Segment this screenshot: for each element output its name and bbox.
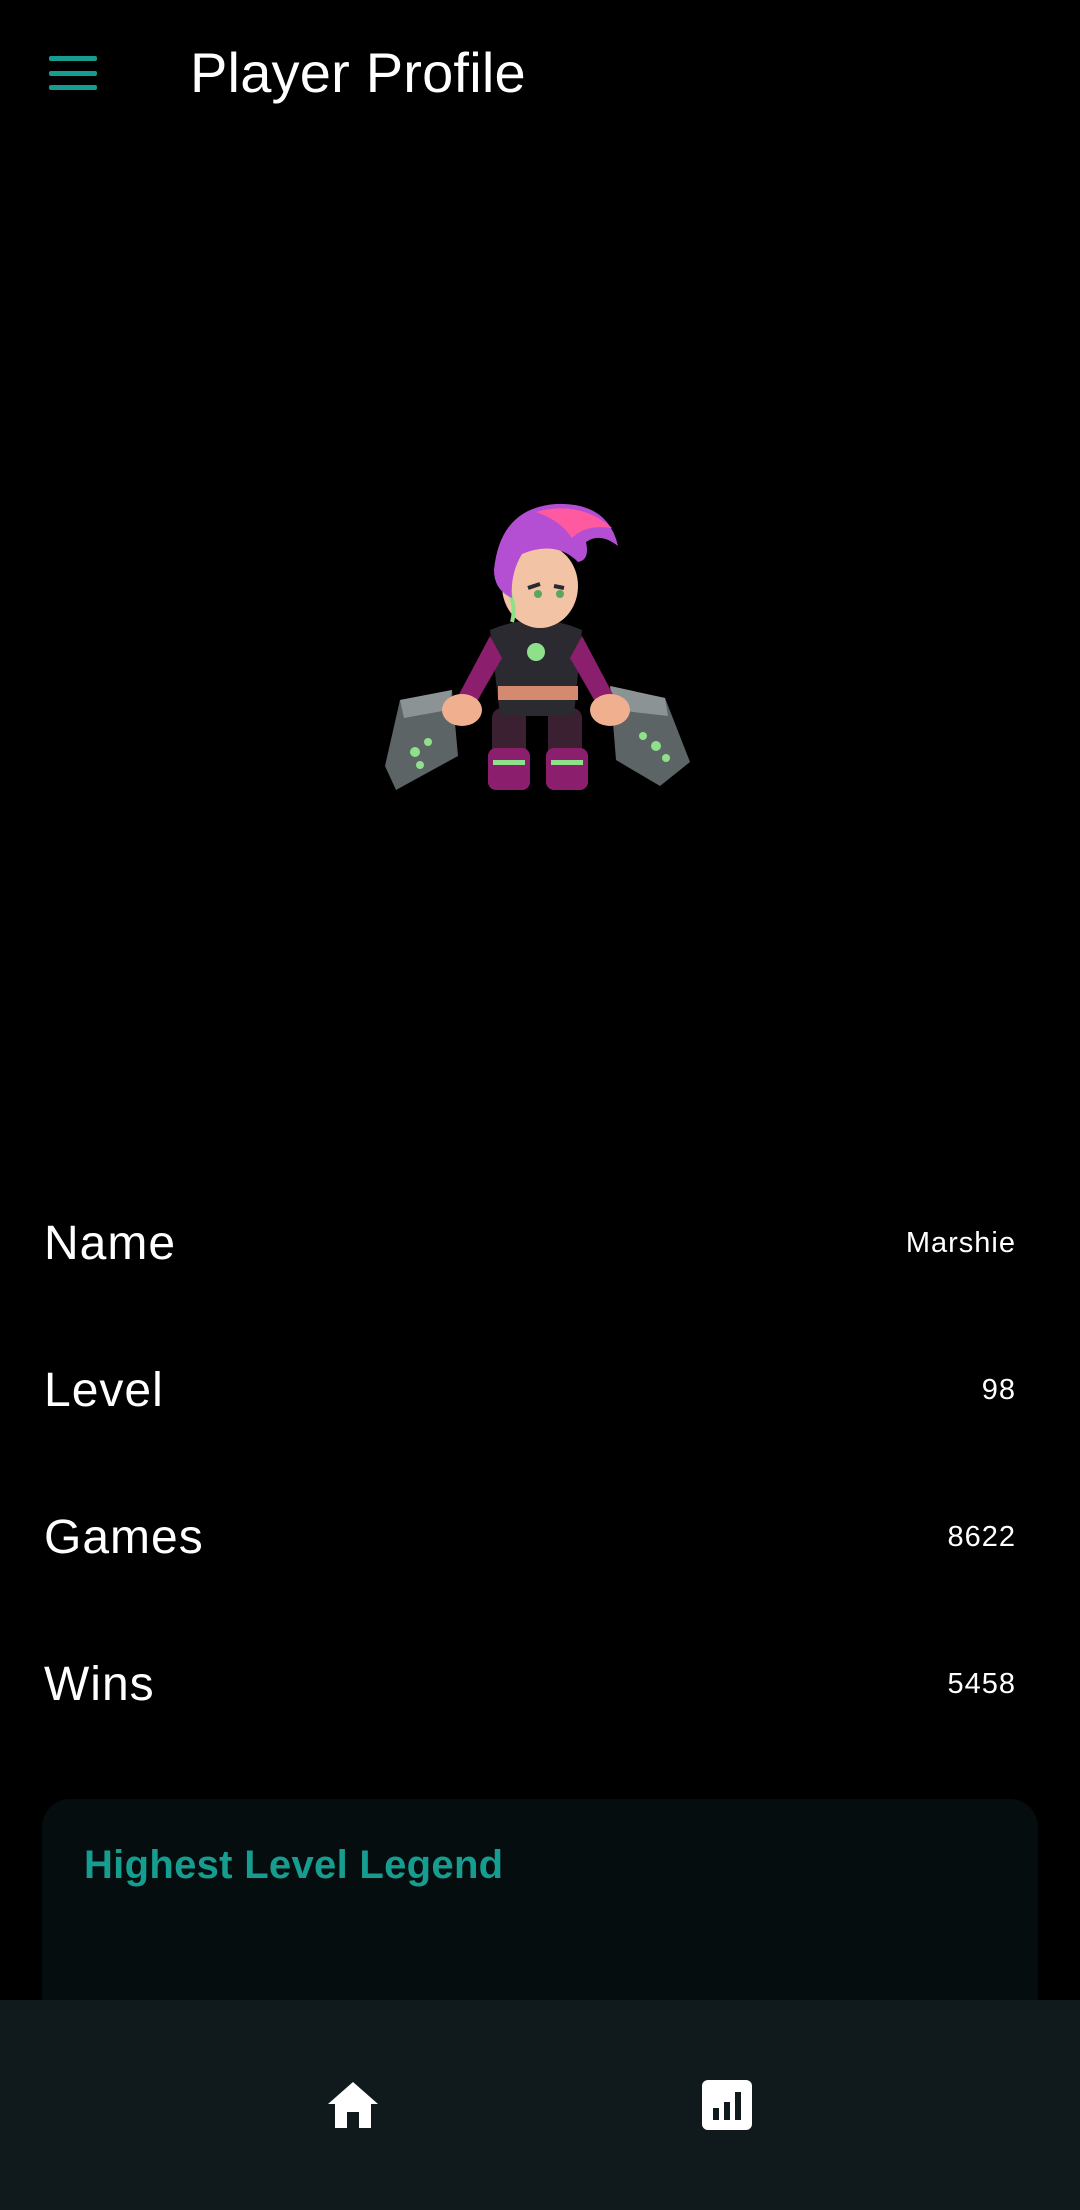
- player-profile-screen: Player Profile Name Marshie Level 98 Gam…: [0, 0, 1080, 2210]
- home-icon: [328, 2082, 378, 2128]
- stat-value: 8622: [947, 1520, 1016, 1553]
- nav-home-button[interactable]: [298, 2060, 408, 2150]
- menu-button[interactable]: [30, 36, 116, 110]
- nav-stats-button[interactable]: [672, 2060, 782, 2150]
- stat-label: Name: [44, 1216, 177, 1270]
- page-title: Player Profile: [190, 41, 526, 104]
- top-app-bar: Player Profile: [0, 0, 1080, 146]
- stat-row-level: Level 98: [44, 1340, 1016, 1440]
- stat-label: Games: [44, 1510, 204, 1564]
- stat-value: 98: [981, 1373, 1016, 1406]
- stat-row-wins: Wins 5458: [44, 1634, 1016, 1734]
- stat-row-name: Name Marshie: [44, 1193, 1016, 1293]
- bottom-navigation-bar: [0, 2000, 1080, 2210]
- card-title: Highest Level Legend: [84, 1843, 504, 1887]
- stats-chart-icon: [702, 2080, 752, 2130]
- legend-character-image: [385, 503, 690, 790]
- stat-value: Marshie: [905, 1226, 1016, 1259]
- stat-label: Wins: [44, 1657, 155, 1711]
- stat-value: 5458: [947, 1667, 1016, 1700]
- stat-label: Level: [44, 1363, 164, 1417]
- hamburger-menu-icon: [49, 56, 97, 90]
- stat-row-games: Games 8622: [44, 1487, 1016, 1587]
